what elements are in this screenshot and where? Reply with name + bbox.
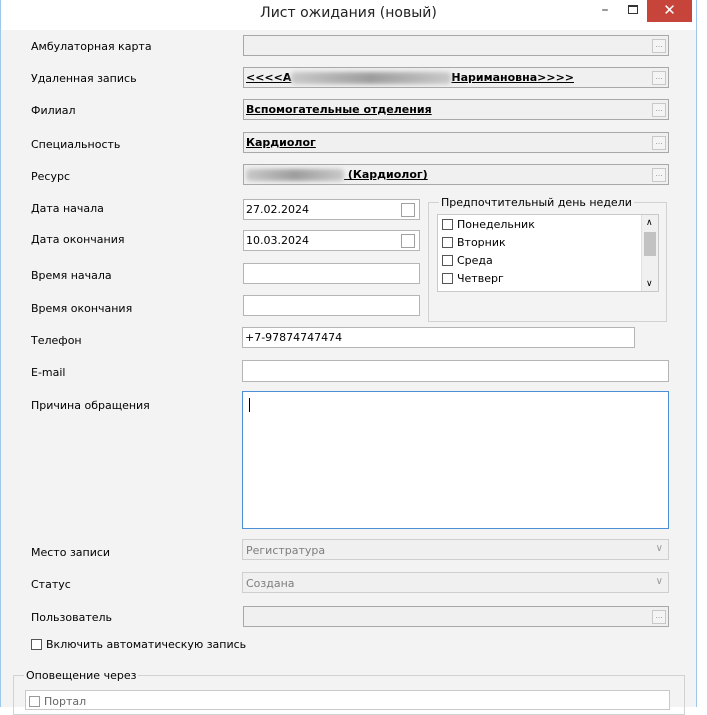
date-end-checkbox[interactable] [401,234,415,248]
scroll-thumb[interactable] [644,232,656,256]
user-label: Пользователь [31,611,113,624]
weekday-scrollbar[interactable]: ∧ ∨ [641,215,658,291]
checkbox-icon [31,639,42,650]
minimize-button[interactable]: – [592,0,618,22]
text-caret [249,398,250,412]
date-start-label: Дата начала [31,202,104,215]
day-label: Понедельник [457,218,535,231]
day-label: Среда [457,254,493,267]
checkbox-icon [442,255,453,266]
date-end-label: Дата окончания [31,233,125,246]
scroll-down-icon[interactable]: ∨ [646,279,653,289]
close-button[interactable]: ✕ [647,0,692,22]
time-end-label: Время окончания [31,302,133,315]
status-value: Создана [246,577,295,590]
status-label: Статус [31,578,71,591]
phone-value: +7-97874747474 [245,331,343,344]
resource-value-suffix: (Кардиолог) [347,168,428,181]
date-end-field[interactable]: 10.03.2024 [243,230,420,251]
weekday-group: Предпочтительный день недели Понедельник… [428,196,667,322]
portal-label: Портал [44,695,87,708]
resource-value: (Кардиолог) [246,168,428,181]
place-select[interactable]: Регистратура ∨ [242,539,669,560]
email-field[interactable] [242,360,669,382]
day-item-tuesday[interactable]: Вторник [442,236,506,251]
redacted-name [291,72,452,84]
phone-label: Телефон [31,334,82,347]
weekday-list[interactable]: Понедельник Вторник Среда Четверг ∧ ∨ [437,214,659,292]
branch-label: Филиал [31,104,76,117]
day-item-thursday[interactable]: Четверг [442,272,504,287]
branch-ellipsis-button[interactable]: ... [652,103,666,117]
place-label: Место записи [31,546,111,559]
reason-textarea[interactable] [242,391,669,529]
card-field[interactable]: ... [243,35,669,56]
time-start-field[interactable] [243,263,420,284]
reason-label: Причина обращения [31,399,150,412]
day-label: Четверг [457,272,504,285]
card-label: Амбулаторная карта [31,40,152,53]
date-start-field[interactable]: 27.02.2024 [243,199,420,220]
resource-ellipsis-button[interactable]: ... [652,168,666,182]
time-end-field[interactable] [243,295,420,316]
checkbox-icon [29,696,40,707]
day-label: Вторник [457,236,506,249]
status-select[interactable]: Создана ∨ [242,572,669,593]
time-start-label: Время начала [31,269,112,282]
remote-label: Удаленная запись [31,72,137,85]
remote-value-suffix: Наримановна>>>> [451,71,575,84]
specialty-value: Кардиолог [246,136,316,149]
maximize-button[interactable] [621,0,645,22]
redacted-resource [246,169,344,181]
branch-field[interactable]: Вспомогательные отделения ... [243,99,669,120]
notify-group-title: Оповещение через [24,669,139,682]
specialty-ellipsis-button[interactable]: ... [652,136,666,150]
scroll-up-icon[interactable]: ∧ [646,218,653,228]
chevron-down-icon[interactable]: ∨ [656,576,663,587]
day-item-wednesday[interactable]: Среда [442,254,493,269]
maximize-icon [628,5,638,14]
phone-field[interactable]: +7-97874747474 [242,327,635,348]
user-field[interactable]: ... [243,606,669,627]
notify-list[interactable]: Портал [25,690,670,710]
background-edge [697,0,707,707]
branch-value: Вспомогательные отделения [246,103,432,116]
checkbox-icon [442,237,453,248]
date-start-value: 27.02.2024 [246,203,309,216]
auto-record-checkbox[interactable]: Включить автоматическую запись [31,638,246,651]
remote-field[interactable]: <<<<А Наримановна>>>> ... [243,67,669,88]
email-label: E-mail [31,366,66,379]
card-ellipsis-button[interactable]: ... [652,39,666,53]
remote-value-prefix: <<<<А [246,71,292,84]
weekday-group-title: Предпочтительный день недели [439,196,634,209]
resource-field[interactable]: (Кардиолог) ... [243,164,669,185]
chevron-down-icon[interactable]: ∨ [656,543,663,554]
remote-ellipsis-button[interactable]: ... [652,71,666,85]
date-start-checkbox[interactable] [401,203,415,217]
remote-value: <<<<А Наримановна>>>> [246,71,574,84]
auto-record-label: Включить автоматическую запись [46,638,247,651]
user-ellipsis-button[interactable]: ... [652,610,666,624]
place-value: Регистратура [246,544,326,557]
checkbox-icon [442,273,453,284]
checkbox-icon [442,219,453,230]
specialty-label: Специальность [31,138,121,151]
day-item-monday[interactable]: Понедельник [442,218,535,233]
date-end-value: 10.03.2024 [246,234,309,247]
notify-item-portal[interactable]: Портал [29,695,86,708]
specialty-field[interactable]: Кардиолог ... [243,132,669,153]
resource-label: Ресурс [31,170,70,183]
title-bar: Лист ожидания (новый) – ✕ [1,0,696,30]
waitlist-dialog: Лист ожидания (новый) – ✕ Амбулаторная к… [0,0,697,715]
